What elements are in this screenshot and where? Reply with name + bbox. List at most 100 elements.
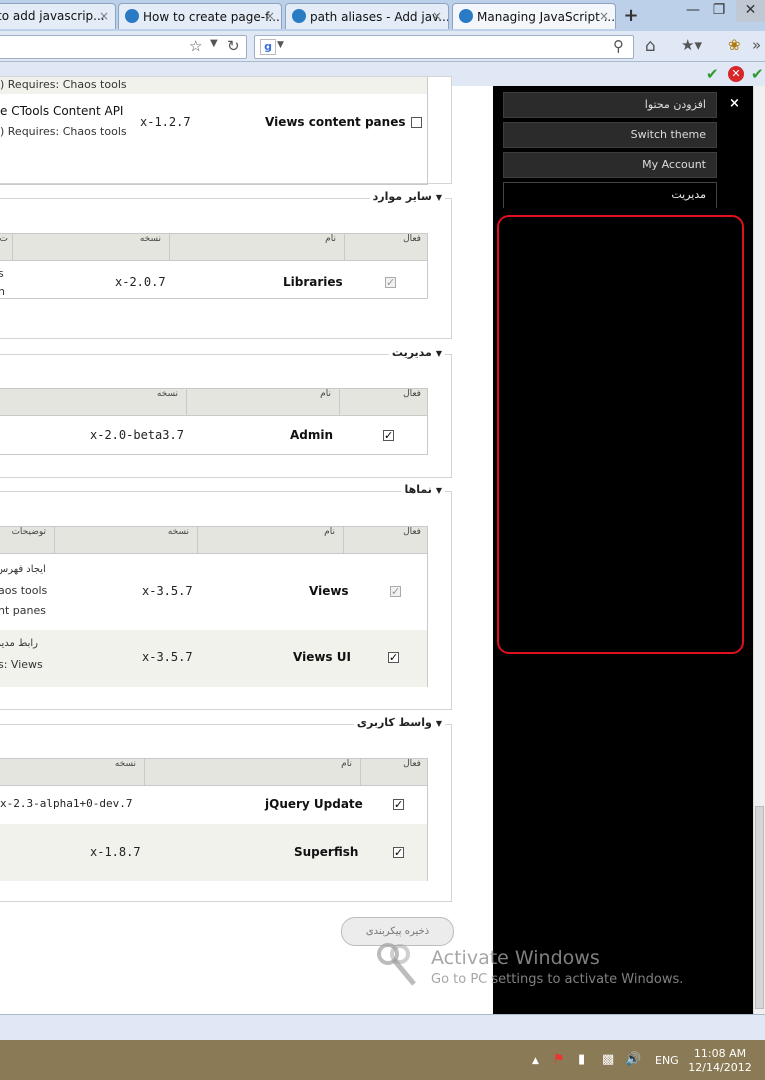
module-version: x-2.0-beta3.7 xyxy=(90,428,184,442)
dropdown-icon[interactable]: ▼ xyxy=(210,38,218,49)
tab-3-title: path aliases - Add jav... xyxy=(310,10,449,24)
clock[interactable]: 11:08 AM 12/14/2012 xyxy=(686,1047,754,1075)
module-version: x-1.2.7 xyxy=(140,115,191,129)
close-icon[interactable]: × xyxy=(265,9,275,23)
module-description: ) Requires: Chaos tools xyxy=(0,125,127,138)
enable-checkbox: ✓ xyxy=(390,585,401,598)
admin-menu-panel: افزودن محتوا Switch theme My Account مدی… xyxy=(493,86,753,1014)
star-icon[interactable]: ☆ xyxy=(189,37,202,55)
collapse-icon: ▼ xyxy=(435,193,442,202)
show-hidden-icons-icon[interactable]: ▲ xyxy=(532,1056,539,1066)
action-center-icon[interactable]: ⚑ xyxy=(553,1052,565,1067)
tab-1-title: to add javascrip... xyxy=(0,9,105,23)
module-name: Views UI xyxy=(293,650,351,664)
tab-bar: to add javascrip... × How to create page… xyxy=(0,0,765,31)
header-description: توضیحات xyxy=(11,527,46,537)
collapse-icon: ▼ xyxy=(435,349,442,358)
module-version: x-3.5.7 xyxy=(142,584,193,598)
tab-2[interactable]: How to create page-f... × xyxy=(118,3,282,29)
module-description: ایجاد فهرس xyxy=(0,564,46,575)
fieldset-views: نماها ▼ فعال نام نسخه توضیحات ایجاد فهرس … xyxy=(0,483,452,710)
module-version: x-3.5.7 xyxy=(142,650,193,664)
minimize-icon[interactable]: — xyxy=(680,0,706,22)
error-icon[interactable]: ✕ xyxy=(728,66,744,82)
header-version: نسخه xyxy=(0,389,186,415)
tab-1[interactable]: to add javascrip... × xyxy=(0,3,116,29)
header-enabled: فعال xyxy=(360,759,429,785)
table-row: ) Requires: Chaos tools xyxy=(0,77,427,94)
new-tab-button[interactable]: + xyxy=(620,4,642,28)
fieldset-other: سایر موارد ▼ فعال نام نسخه ت s n x-2.0.7 … xyxy=(0,190,452,339)
admin-menu-switch-theme[interactable]: Switch theme xyxy=(503,122,717,148)
addon-icon[interactable]: ❀ xyxy=(728,36,741,54)
activation-watermark-title: Activate Windows xyxy=(431,947,600,969)
table-header: فعال نام نسخه xyxy=(0,759,427,786)
tab-3[interactable]: path aliases - Add jav... × xyxy=(285,3,449,29)
network-icon[interactable]: ▩ xyxy=(602,1052,614,1067)
module-name: Views xyxy=(309,584,349,598)
module-description: n xyxy=(0,285,5,298)
fieldset-legend[interactable]: مدیریت ▼ xyxy=(388,346,445,359)
drupal-icon xyxy=(125,9,139,23)
module-name: jQuery Update xyxy=(265,797,363,811)
header-name: نام xyxy=(144,759,360,785)
modules-table: ) Requires: Chaos tools e CTools Content… xyxy=(0,77,428,185)
google-icon[interactable]: g xyxy=(260,39,276,55)
fieldset-legend[interactable]: واسط کاربری ▼ xyxy=(353,716,445,729)
window-close-icon[interactable]: ✕ xyxy=(736,0,765,22)
battery-icon[interactable]: ▮ xyxy=(578,1052,585,1067)
clock-time: 11:08 AM xyxy=(693,1047,747,1060)
table-header: فعال نام نسخه توضیحات xyxy=(0,527,427,554)
restore-icon[interactable]: ❐ xyxy=(706,0,732,22)
table-row: x-1.8.7 Superfish ✓ xyxy=(0,824,427,881)
table-header: فعال نام نسخه ت xyxy=(0,234,427,261)
enable-checkbox[interactable]: ✓ xyxy=(393,799,404,810)
close-icon[interactable]: × xyxy=(599,9,609,23)
close-icon[interactable]: × xyxy=(99,9,109,23)
module-description: e CTools Content API xyxy=(0,104,124,118)
taskbar xyxy=(0,1040,765,1080)
nav-bar: ☆ ▼ ↻ g ▼ ⚲ ⌂ ★▾ ❀ » xyxy=(0,31,765,62)
enable-checkbox[interactable]: ✓ xyxy=(388,652,399,663)
legend-label: نماها xyxy=(404,483,432,496)
header-version: نسخه xyxy=(12,234,169,260)
close-icon[interactable]: × xyxy=(432,9,442,23)
header-enabled: فعال xyxy=(344,234,429,260)
module-description: ) Requires: Chaos tools xyxy=(0,78,127,91)
close-icon[interactable]: × xyxy=(729,96,740,111)
module-version: x-2.3-alpha1+0-dev.7 xyxy=(0,797,133,810)
url-input[interactable]: ☆ ▼ ↻ xyxy=(0,35,247,59)
module-description: aos tools xyxy=(0,584,48,597)
enable-checkbox[interactable]: ✓ xyxy=(393,847,404,858)
status-bar xyxy=(0,1014,765,1041)
enable-checkbox[interactable] xyxy=(411,117,422,128)
tab-4[interactable]: Managing JavaScript ... × xyxy=(452,3,616,29)
dropdown-icon[interactable]: ▼ xyxy=(277,40,284,50)
volume-icon[interactable]: 🔊 xyxy=(625,1052,641,1067)
check-icon[interactable]: ✔ xyxy=(706,65,719,83)
search-input[interactable]: g ▼ ⚲ xyxy=(254,35,634,59)
admin-menu-add-content[interactable]: افزودن محتوا xyxy=(503,92,717,118)
check-icon[interactable]: ✔ xyxy=(751,65,764,83)
fieldset-user-interface: واسط کاربری ▼ فعال نام نسخه x-2.3-alpha1+… xyxy=(0,716,452,902)
enable-checkbox[interactable]: ✓ xyxy=(383,430,394,441)
table-row: s n x-2.0.7 Libraries ✓ xyxy=(0,261,427,299)
fieldset-legend[interactable]: نماها ▼ xyxy=(401,483,445,496)
menu-icon[interactable]: » xyxy=(752,36,761,54)
fieldset-legend[interactable]: سایر موارد ▼ xyxy=(369,190,445,203)
search-icon[interactable]: ⚲ xyxy=(613,37,624,55)
admin-menu-management-tab[interactable]: مدیریت xyxy=(503,182,717,208)
scrollbar-thumb[interactable] xyxy=(755,806,764,1009)
table-row: رابط مدیر s: Views x-3.5.7 Views UI ✓ xyxy=(0,630,427,687)
input-language[interactable]: ENG xyxy=(655,1054,679,1067)
admin-menu-my-account[interactable]: My Account xyxy=(503,152,717,178)
table-row: ایجاد فهرس aos tools nt panes x-3.5.7 Vi… xyxy=(0,554,427,630)
highlight-box xyxy=(497,215,744,654)
bookmarks-icon[interactable]: ★▾ xyxy=(681,36,702,54)
module-description: s: Views xyxy=(0,658,43,671)
home-icon[interactable]: ⌂ xyxy=(645,36,656,56)
header-name: نام xyxy=(197,527,343,553)
fieldset-admin: مدیریت ▼ فعال نام نسخه x-2.0-beta3.7 Admi… xyxy=(0,346,452,478)
module-name: Admin xyxy=(290,428,334,442)
reload-icon[interactable]: ↻ xyxy=(227,37,240,55)
